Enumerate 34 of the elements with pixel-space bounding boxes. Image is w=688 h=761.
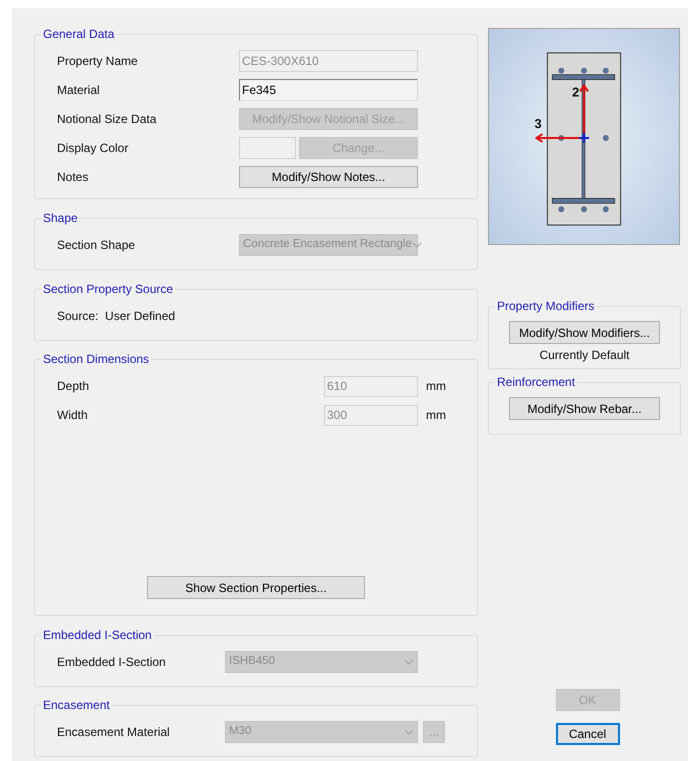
group-title: Shape: [42, 210, 79, 227]
field-label: Section Shape: [57, 237, 136, 254]
unit-label: mm: [426, 407, 446, 424]
show-properties-button[interactable]: Show Section Properties...: [147, 576, 365, 599]
field-label: Property Name: [57, 53, 139, 70]
source-text: Source: User Defined: [57, 308, 176, 325]
text-field[interactable]: Fe345: [239, 79, 418, 101]
field-label: Display Color: [57, 140, 130, 157]
group-title: Embedded I-Section: [42, 627, 153, 644]
status-text: Currently Default: [539, 347, 630, 364]
field-label: Encasement Material: [57, 724, 171, 741]
field-label: Depth: [57, 378, 90, 395]
axis-label: 2: [572, 84, 580, 100]
group-title: Property Modifiers: [496, 298, 596, 315]
field-label: Notes: [57, 169, 90, 186]
action-button[interactable]: Modify/Show Notes...: [239, 166, 418, 188]
chevron-down-icon: [412, 242, 422, 248]
cancel-button[interactable]: Cancel: [556, 723, 620, 745]
field-label: Width: [57, 407, 89, 424]
chevron-down-icon: [404, 729, 414, 735]
axis-label: 3: [534, 116, 542, 132]
field-label: Embedded I-Section: [57, 654, 167, 671]
group-title: General Data: [42, 26, 116, 43]
group-title: Encasement: [42, 697, 111, 714]
group-title: Section Dimensions: [42, 351, 150, 368]
field-label: Notional Size Data: [57, 111, 158, 128]
action-button[interactable]: Modify/Show Rebar...: [509, 397, 660, 420]
action-button[interactable]: Modify/Show Modifiers...: [509, 321, 660, 344]
group-title: Section Property Source: [42, 281, 174, 298]
field-label: Material: [57, 82, 101, 99]
color-swatch[interactable]: [239, 137, 296, 159]
unit-label: mm: [426, 378, 446, 395]
chevron-down-icon: [404, 659, 414, 665]
group-title: Reinforcement: [496, 374, 576, 391]
